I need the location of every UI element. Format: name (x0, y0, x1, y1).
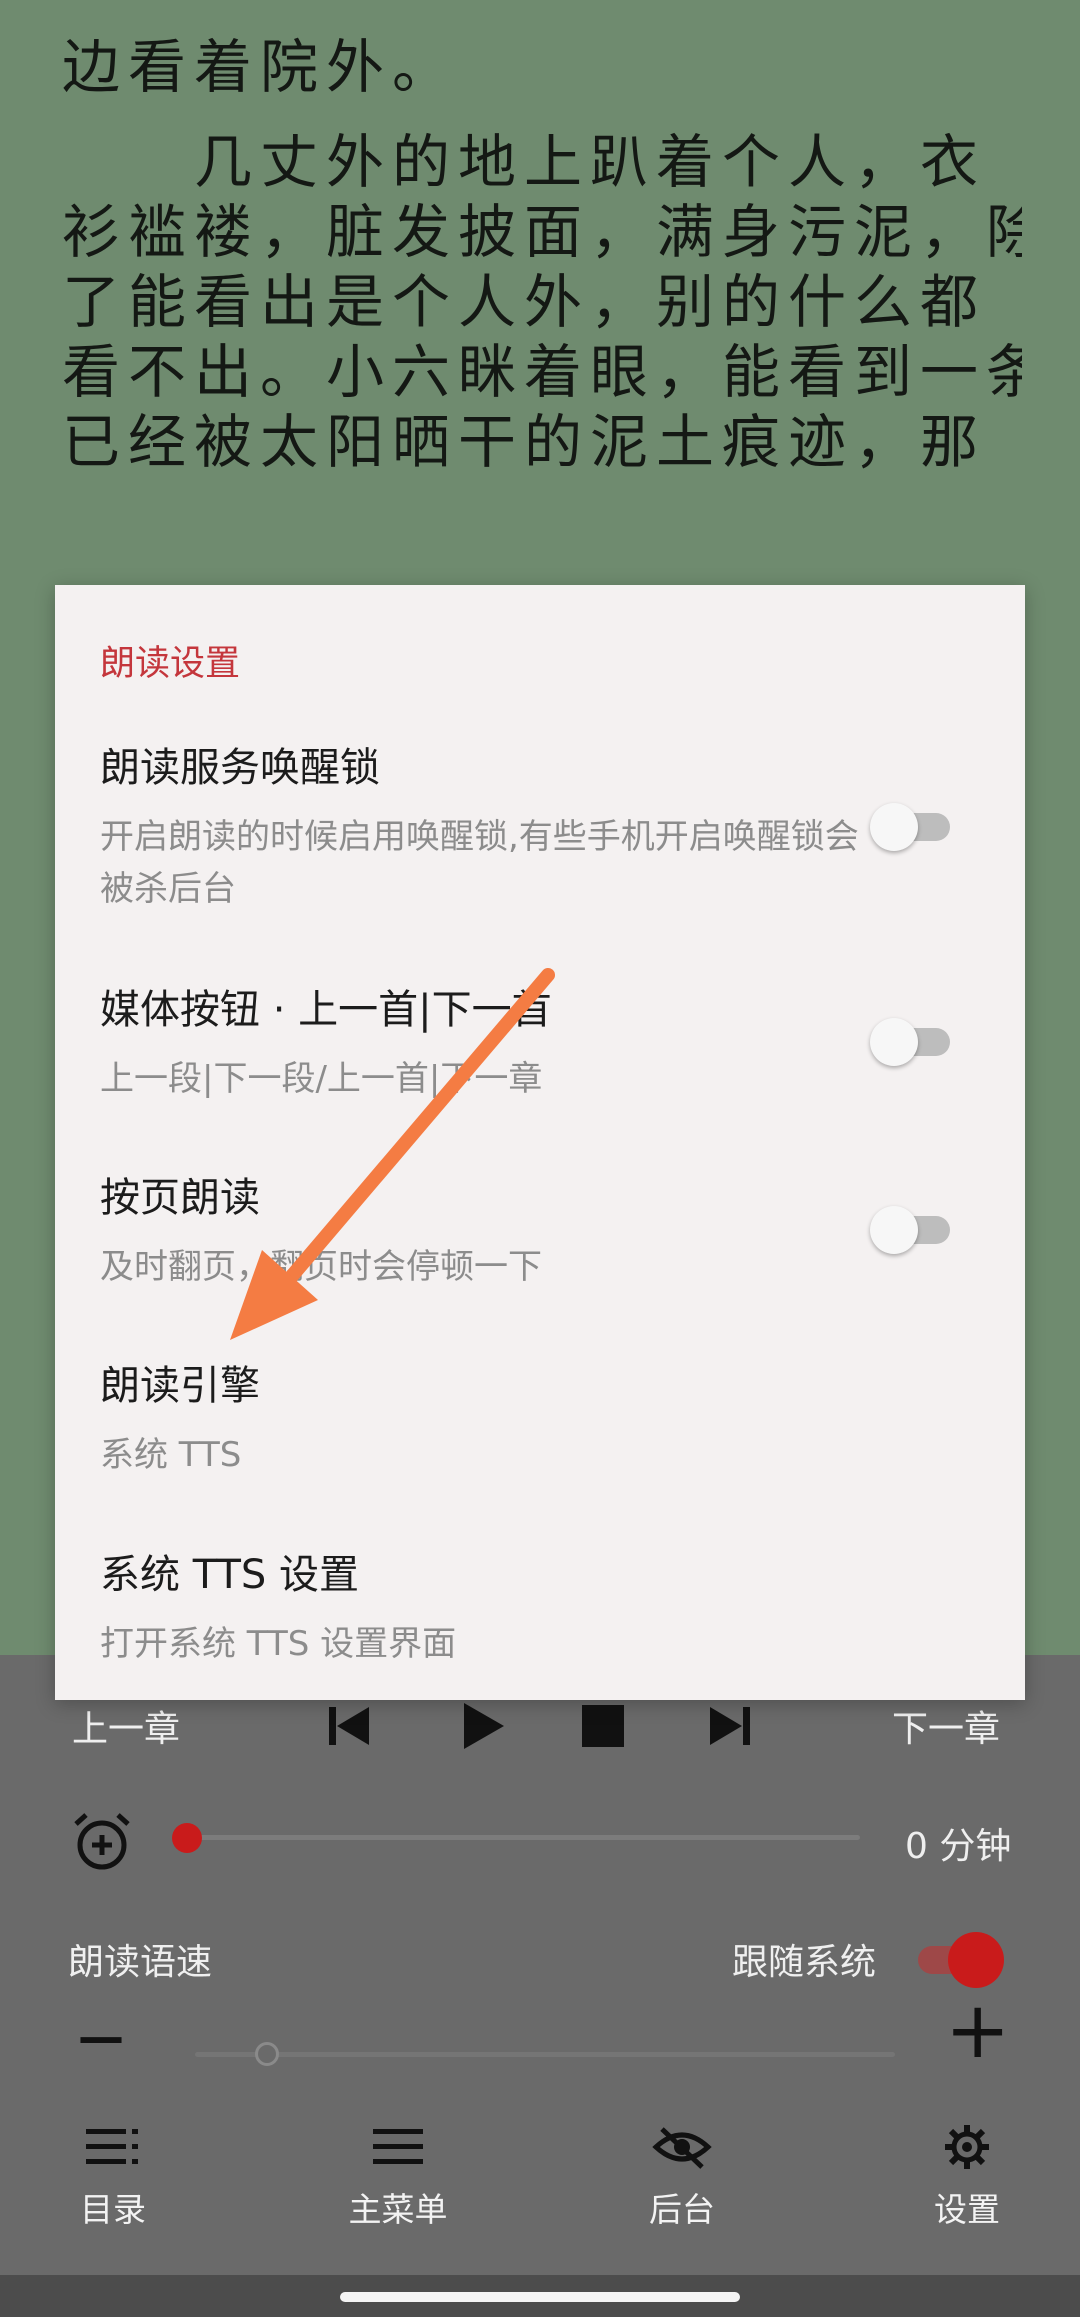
option-wakelock[interactable]: 朗读服务唤醒锁 开启朗读的时候启用唤醒锁,有些手机开启唤醒锁会被杀后台 (100, 735, 980, 915)
option-subtitle: 开启朗读的时候启用唤醒锁,有些手机开启唤醒锁会被杀后台 (100, 817, 859, 909)
home-indicator[interactable] (340, 2292, 740, 2302)
reader-text-line: 已经被太阳晒干的泥土痕迹，那 (62, 408, 987, 476)
nav-settings-label: 设置 (934, 2190, 1000, 2229)
option-read-by-page[interactable]: 按页朗读 及时翻页，翻页时会停顿一下 (100, 1165, 980, 1293)
alarm-add-icon[interactable] (70, 1810, 134, 1874)
reader-text-line: 边看着院外。 (62, 33, 459, 101)
media-buttons-switch[interactable] (870, 1018, 950, 1066)
option-subtitle: 上一段|下一段/上一首|下一章 (100, 1059, 543, 1099)
play-icon[interactable] (460, 1701, 506, 1751)
nav-main-menu-label: 主菜单 (348, 2190, 448, 2229)
option-subtitle: 及时翻页，翻页时会停顿一下 (100, 1247, 542, 1287)
nav-main-menu[interactable]: 主菜单 (318, 2125, 478, 2231)
nav-background-label: 后台 (649, 2190, 715, 2229)
timer-slider-thumb[interactable] (172, 1823, 202, 1853)
nav-background[interactable]: 后台 (602, 2125, 762, 2231)
option-title: 系统 TTS 设置 (100, 1552, 359, 1598)
speed-label: 朗读语速 (68, 1942, 213, 1983)
timer-value: 0 分钟 (905, 1826, 1012, 1867)
speed-slider-track[interactable] (195, 2052, 895, 2057)
nav-settings[interactable]: 设置 (887, 2125, 1047, 2231)
option-title: 按页朗读 (100, 1175, 260, 1221)
speed-increase-button[interactable]: + (945, 1992, 1010, 2070)
speed-slider-thumb[interactable] (255, 2042, 279, 2066)
nav-catalog-label: 目录 (80, 2190, 146, 2229)
menu-icon (373, 2129, 423, 2164)
stop-icon[interactable] (582, 1705, 624, 1747)
option-subtitle: 打开系统 TTS 设置界面 (100, 1624, 457, 1664)
option-media-buttons[interactable]: 媒体按钮 · 上一首|下一首 上一段|下一段/上一首|下一章 (100, 977, 980, 1105)
skip-previous-icon[interactable] (325, 1703, 371, 1749)
follow-system-switch[interactable] (918, 1932, 1008, 1988)
option-title: 媒体按钮 · 上一首|下一首 (100, 987, 552, 1033)
next-chapter-button[interactable]: 下一章 (892, 1700, 1000, 1752)
wakelock-switch[interactable] (870, 803, 950, 851)
read-by-page-switch[interactable] (870, 1206, 950, 1254)
list-icon (86, 2129, 138, 2164)
follow-system-label: 跟随系统 (732, 1942, 877, 1983)
timer-slider-track[interactable] (185, 1835, 860, 1840)
skip-next-icon[interactable] (708, 1703, 754, 1749)
speed-decrease-button[interactable]: — (78, 2010, 124, 2064)
prev-chapter-button[interactable]: 上一章 (72, 1700, 180, 1752)
read-aloud-settings-dialog: 朗读设置 朗读服务唤醒锁 开启朗读的时候启用唤醒锁,有些手机开启唤醒锁会被杀后台… (55, 585, 1025, 1700)
option-title: 朗读引擎 (100, 1363, 260, 1409)
option-subtitle: 系统 TTS (100, 1435, 242, 1475)
gear-icon (945, 2125, 989, 2169)
dialog-title: 朗读设置 (100, 644, 241, 684)
eye-off-icon (652, 2127, 712, 2169)
option-tts-engine[interactable]: 朗读引擎 系统 TTS (100, 1353, 980, 1481)
option-title: 朗读服务唤醒锁 (100, 745, 380, 791)
nav-catalog[interactable]: 目录 (33, 2125, 193, 2231)
read-aloud-control-panel: 上一章 下一章 0 分钟 朗读语速 跟随系统 — + 目录 主菜单 后台 设置 (0, 1655, 1080, 2275)
option-system-tts-settings[interactable]: 系统 TTS 设置 打开系统 TTS 设置界面 (100, 1542, 980, 1670)
